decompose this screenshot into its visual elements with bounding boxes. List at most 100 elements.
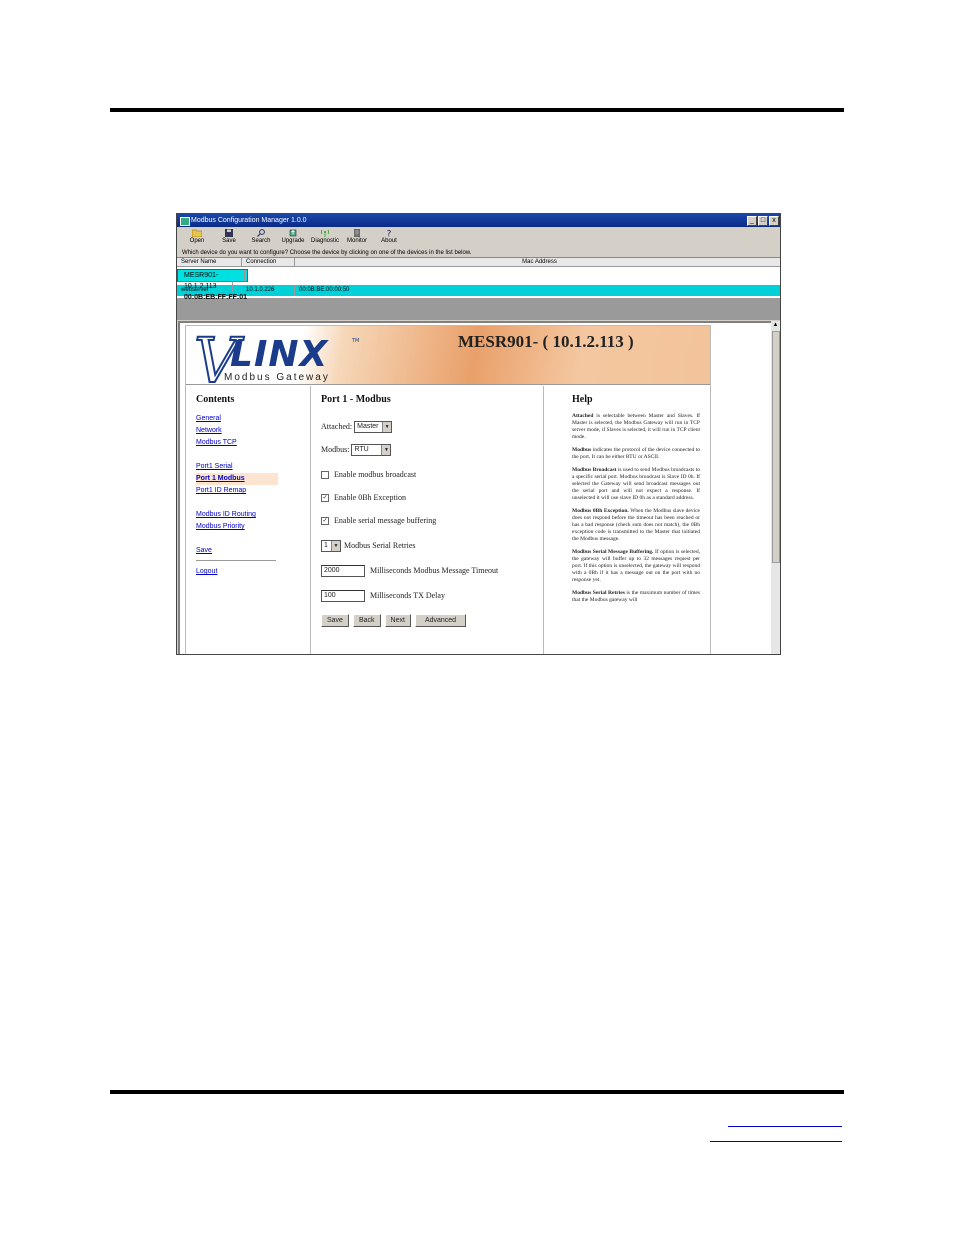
maximize-button[interactable]: □ [758,216,768,226]
device-list-header: Server Name Connection Mac Address [177,258,780,267]
scroll-thumb[interactable] [772,331,780,563]
help-term: Modbus Broadcast [572,467,617,473]
list-empty-area [177,298,780,320]
timeout-input[interactable]: 2000 [321,565,365,577]
svg-text:?: ? [387,230,392,238]
help-text: indicates the protocol of the device con… [572,447,700,460]
open-button[interactable]: Open [181,227,213,249]
monitor-label: Monitor [346,238,367,244]
help-retries: Modbus Serial Retries is the maximum num… [572,590,700,604]
retries-select[interactable]: 1 ▼ [321,540,341,552]
modbus-select[interactable]: RTU ▼ [351,444,392,456]
diagnostic-label: Diagnostic [310,238,339,244]
help-term: Modbus [572,447,592,453]
device-row[interactable]: webserver 10.1.0.226 00:0B:BE:00:00:50 [177,285,780,296]
search-button[interactable]: Search [245,227,277,249]
about-button[interactable]: ? About [373,227,405,249]
column-header-connection[interactable]: Connection [242,258,295,266]
column-header-server-name[interactable]: Server Name [177,258,242,266]
column-header-mac-address[interactable]: Mac Address [295,258,780,266]
app-window: Modbus Configuration Manager 1.0.0 _ □ x… [176,213,781,655]
back-button[interactable]: Back [352,614,381,627]
form-heading: Port 1 - Modbus [321,394,391,405]
nav-port1-modbus[interactable]: Port 1 Modbus [196,473,278,485]
window-title: Modbus Configuration Manager 1.0.0 [191,217,307,224]
diagnostic-button[interactable]: Diagnostic [309,227,341,249]
help-term: Modbus 0Bh Exception. [572,508,629,514]
footer-rule [110,1090,844,1094]
app-icon [180,217,190,226]
upgrade-button[interactable]: Upgrade [277,227,309,249]
footer-link-underline [710,1141,842,1142]
help-term: Modbus Serial Retries [572,590,625,596]
modbus-value: RTU [354,446,369,453]
exception-label: Enable 0Bh Exception [334,493,406,502]
question-icon: ? [387,230,392,238]
close-button[interactable]: x [769,216,779,226]
minimize-button[interactable]: _ [747,216,757,226]
floppy-icon [225,229,233,237]
txdelay-label: Milliseconds TX Delay [370,590,445,600]
embedded-browser: V LINX TM MESR901- ( 10.1.2.113 ) Modbus… [178,321,771,654]
nav-port1-id-remap[interactable]: Port1 ID Remap [196,485,316,497]
folder-icon [192,229,202,237]
txdelay-input[interactable]: 100 [321,590,365,602]
next-button[interactable]: Next [384,614,411,627]
nav-network[interactable]: Network [196,425,316,437]
device-prompt: Which device do you want to configure? C… [182,250,472,256]
help-term: Modbus Serial Message Buffering. [572,549,654,555]
nav-logout[interactable]: Logout [196,566,316,578]
search-icon [257,229,265,237]
advanced-button[interactable]: Advanced [414,614,467,627]
save-tool-label: Save [222,238,236,244]
buffering-checkbox[interactable]: ✓ [321,517,329,526]
help-attached: Attached is selectable between Master an… [572,413,700,441]
help-panel: Help Attached is selectable between Mast… [572,394,700,610]
search-label: Search [251,238,271,244]
help-term: Attached [572,413,594,419]
retries-label: Modbus Serial Retries [344,540,416,550]
title-bar: Modbus Configuration Manager 1.0.0 _ □ x [177,214,780,227]
modbus-label: Modbus: [321,444,350,454]
upgrade-label: Upgrade [281,238,305,244]
banner-subtitle: Modbus Gateway [224,372,330,383]
monitor-button[interactable]: Monitor [341,227,373,249]
retries-value: 1 [324,542,328,549]
save-button[interactable]: Save [321,614,349,627]
broadcast-checkbox[interactable] [321,471,329,480]
help-buffering: Modbus Serial Message Buffering. If opti… [572,549,700,584]
nav-general[interactable]: General [196,413,316,425]
nav-save[interactable]: Save [196,545,316,557]
chevron-down-icon: ▼ [331,541,340,551]
help-heading: Help [572,394,593,405]
toolbar: Open Save Search Upgrade Diagnostic Moni… [177,227,780,249]
device-connection: 10.1.2.113 [180,281,233,293]
device-row[interactable]: MESR901- 10.1.2.113 00:0B:EB:FF:FF:01 [177,269,249,301]
nav-modbus-id-routing[interactable]: Modbus ID Routing [196,509,316,521]
nav-port1-serial[interactable]: Port1 Serial [196,461,316,473]
nav-divider [196,560,276,561]
scroll-up-icon[interactable]: ▲ [771,321,780,329]
attached-select[interactable]: Master ▼ [354,421,393,433]
open-label: Open [189,238,205,244]
upgrade-icon [289,229,297,237]
device-mac: 00:0B:BE:00:00:50 [299,287,350,293]
chevron-down-icon: ▼ [382,422,392,432]
exception-checkbox[interactable]: ✓ [321,494,329,503]
help-broadcast: Modbus Broadcast is used to send Modbus … [572,467,700,502]
nav-modbus-tcp[interactable]: Modbus TCP [196,437,316,449]
svg-text:TM: TM [351,338,359,344]
about-label: About [381,238,397,244]
attached-label: Attached: [321,421,353,431]
header-rule [110,108,844,112]
device-list: Server Name Connection Mac Address MESR9… [177,257,780,301]
broadcast-label: Enable modbus broadcast [334,470,417,479]
save-tool-button[interactable]: Save [213,227,245,249]
port-modbus-form: Port 1 - Modbus Attached: Master ▼ Modbus… [310,386,544,654]
nav-modbus-priority[interactable]: Modbus Priority [196,521,316,533]
vertical-scrollbar[interactable]: ▲ [771,321,780,654]
footer-link-underline [728,1126,842,1127]
help-modbus: Modbus indicates the protocol of the dev… [572,447,700,461]
device-connection: 10.1.0.226 [242,285,295,296]
buffering-label: Enable serial message buffering [334,516,437,525]
